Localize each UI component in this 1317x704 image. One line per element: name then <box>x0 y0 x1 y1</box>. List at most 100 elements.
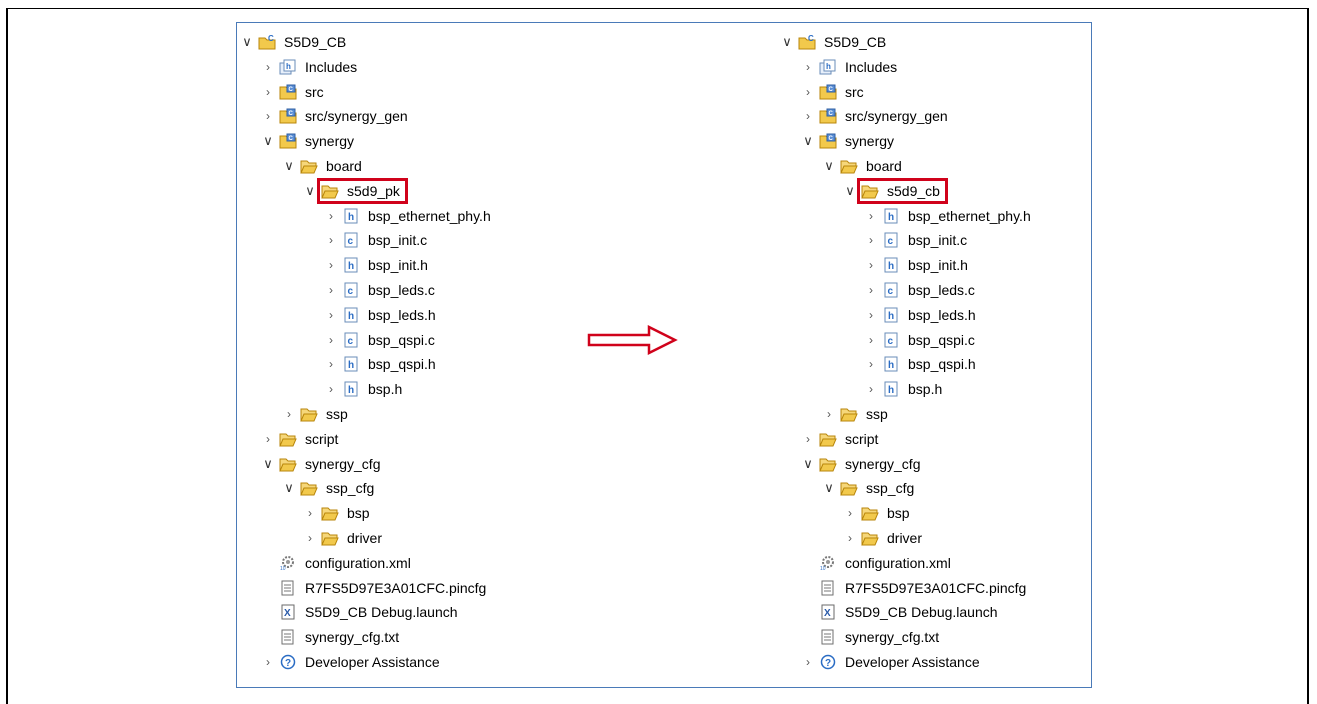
tree-item[interactable]: › Csrc <box>261 80 326 104</box>
tree-item[interactable]: › script <box>801 427 880 451</box>
tree-item[interactable]: › h bsp_init.h <box>864 253 970 277</box>
chevron-right-icon[interactable]: › <box>324 357 338 371</box>
tree-item[interactable]: ∨ synergy_cfg <box>801 452 922 476</box>
tree-item[interactable]: › h Includes <box>801 55 899 79</box>
tree-item[interactable]: › Csrc <box>801 80 866 104</box>
tree-item[interactable]: › h Includes <box>261 55 359 79</box>
chevron-right-icon[interactable]: › <box>324 283 338 297</box>
chevron-right-icon[interactable]: › <box>801 109 815 123</box>
tree-item[interactable]: ∨ synergy_cfg <box>261 452 382 476</box>
tree-item[interactable]: › Csrc/synergy_gen <box>261 104 410 128</box>
chevron-right-icon[interactable]: › <box>801 432 815 446</box>
chevron-right-icon[interactable]: › <box>261 432 275 446</box>
chevron-right-icon[interactable]: › <box>864 258 878 272</box>
chevron-down-icon[interactable]: ∨ <box>303 183 317 199</box>
tree-item[interactable]: › h bsp_leds.h <box>864 303 978 327</box>
tree-item[interactable]: › script <box>261 427 340 451</box>
tree-item[interactable]: › c bsp_qspi.c <box>324 328 437 352</box>
chevron-right-icon[interactable]: › <box>261 655 275 669</box>
chevron-right-icon[interactable]: › <box>303 506 317 520</box>
tree-item[interactable]: › driver <box>843 526 924 550</box>
tree-item[interactable]: › h bsp_qspi.h <box>864 352 978 376</box>
tree-item[interactable]: ›? Developer Assistance <box>801 650 982 674</box>
chevron-right-icon[interactable]: › <box>801 655 815 669</box>
project-icon: C <box>798 34 816 50</box>
chevron-down-icon[interactable]: ∨ <box>282 480 296 496</box>
chevron-down-icon[interactable]: ∨ <box>261 133 275 149</box>
tree-item[interactable]: › c bsp_leds.c <box>324 278 437 302</box>
tree-item[interactable]: › ssp <box>282 402 350 426</box>
tree-item[interactable]: › ssp <box>822 402 890 426</box>
tree-item[interactable]: › Csrc/synergy_gen <box>801 104 950 128</box>
chevron-right-icon[interactable]: › <box>324 382 338 396</box>
chevron-right-icon[interactable]: › <box>801 60 815 74</box>
chevron-right-icon[interactable]: › <box>843 506 857 520</box>
chevron-down-icon[interactable]: ∨ <box>822 480 836 496</box>
tree-item[interactable]: ∨ ssp_cfg <box>822 476 916 500</box>
tree-item[interactable]: › h bsp_qspi.h <box>324 352 438 376</box>
tree-item[interactable]: synergy_cfg.txt <box>261 625 401 649</box>
chevron-right-icon[interactable]: › <box>303 531 317 545</box>
tree-item[interactable]: › c bsp_leds.c <box>864 278 977 302</box>
chevron-right-icon[interactable]: › <box>324 308 338 322</box>
tree-item[interactable]: › h bsp.h <box>324 377 404 401</box>
tree-item[interactable]: ∨ ssp_cfg <box>282 476 376 500</box>
chevron-down-icon[interactable]: ∨ <box>801 456 815 472</box>
tree-item[interactable]: ∨ Csynergy <box>801 129 896 153</box>
tree-item[interactable]: X S5D9_CB Debug.launch <box>261 600 460 624</box>
chevron-down-icon[interactable]: ∨ <box>780 34 794 50</box>
tree-item[interactable]: ›? Developer Assistance <box>261 650 442 674</box>
tree-item[interactable]: 10 configuration.xml <box>801 551 953 575</box>
tree-item[interactable]: ∨ board <box>822 154 904 178</box>
chevron-right-icon[interactable]: › <box>324 258 338 272</box>
chevron-down-icon[interactable]: ∨ <box>282 158 296 174</box>
tree-item[interactable]: synergy_cfg.txt <box>801 625 941 649</box>
chevron-right-icon[interactable]: › <box>822 407 836 421</box>
tree-item[interactable]: 10 configuration.xml <box>261 551 413 575</box>
tree-item[interactable]: › bsp <box>303 501 372 525</box>
tree-item[interactable]: › c bsp_init.c <box>324 228 429 252</box>
chevron-right-icon[interactable]: › <box>324 233 338 247</box>
chevron-down-icon[interactable]: ∨ <box>801 133 815 149</box>
chevron-right-icon[interactable]: › <box>261 109 275 123</box>
tree-item[interactable]: ∨ C S5D9_CB <box>240 30 348 54</box>
chevron-right-icon[interactable]: › <box>864 233 878 247</box>
tree-item[interactable]: › h bsp_ethernet_phy.h <box>324 204 493 228</box>
chevron-right-icon[interactable]: › <box>261 60 275 74</box>
chevron-down-icon[interactable]: ∨ <box>261 456 275 472</box>
tree-item[interactable]: ∨ C S5D9_CB <box>780 30 888 54</box>
tree-item[interactable]: R7FS5D97E3A01CFC.pincfg <box>261 576 488 600</box>
tree-item[interactable]: ∨ board <box>282 154 364 178</box>
chevron-right-icon[interactable]: › <box>864 333 878 347</box>
chevron-right-icon[interactable]: › <box>864 357 878 371</box>
chevron-right-icon[interactable]: › <box>324 333 338 347</box>
chevron-right-icon[interactable]: › <box>261 85 275 99</box>
chevron-down-icon[interactable]: ∨ <box>822 158 836 174</box>
chevron-right-icon[interactable]: › <box>282 407 296 421</box>
chevron-down-icon[interactable]: ∨ <box>843 183 857 199</box>
svg-text:h: h <box>888 212 894 223</box>
chevron-right-icon[interactable]: › <box>864 308 878 322</box>
tree-item[interactable]: R7FS5D97E3A01CFC.pincfg <box>801 576 1028 600</box>
chevron-down-icon[interactable]: ∨ <box>240 34 254 50</box>
svg-text:h: h <box>826 62 831 71</box>
chevron-right-icon[interactable]: › <box>864 209 878 223</box>
tree-item[interactable]: ∨ Csynergy <box>261 129 356 153</box>
chevron-right-icon[interactable]: › <box>843 531 857 545</box>
chevron-right-icon[interactable]: › <box>324 209 338 223</box>
tree-item[interactable]: › bsp <box>843 501 912 525</box>
tree-item[interactable]: › h bsp_ethernet_phy.h <box>864 204 1033 228</box>
header-file-icon: h <box>882 307 900 323</box>
chevron-right-icon[interactable]: › <box>801 85 815 99</box>
tree-item[interactable]: › c bsp_init.c <box>864 228 969 252</box>
tree-item[interactable]: › h bsp_init.h <box>324 253 430 277</box>
tree-item[interactable]: › c bsp_qspi.c <box>864 328 977 352</box>
tree-item[interactable]: X S5D9_CB Debug.launch <box>801 600 1000 624</box>
svg-text:h: h <box>888 360 894 371</box>
tree-item[interactable]: › h bsp.h <box>864 377 944 401</box>
tree-item[interactable]: › h bsp_leds.h <box>324 303 438 327</box>
svg-text:h: h <box>888 311 894 322</box>
tree-item[interactable]: › driver <box>303 526 384 550</box>
chevron-right-icon[interactable]: › <box>864 382 878 396</box>
chevron-right-icon[interactable]: › <box>864 283 878 297</box>
